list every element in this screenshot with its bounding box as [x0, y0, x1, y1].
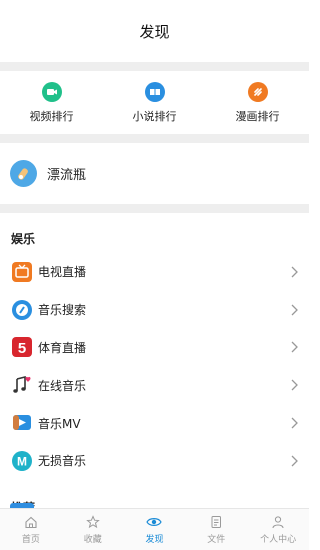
music-note-icon	[11, 374, 33, 396]
video-ranking-label: 视频排行	[29, 109, 74, 123]
music-mv-icon	[11, 412, 33, 434]
tab-discover[interactable]: 发现	[124, 509, 186, 550]
list-item-label: 电视直播	[38, 265, 87, 280]
list-item-music-mv[interactable]: 音乐MV	[0, 404, 309, 442]
list-item-online-music[interactable]: 在线音乐	[0, 366, 309, 404]
eye-icon	[146, 514, 163, 530]
chevron-right-icon	[289, 340, 299, 354]
divider	[0, 204, 309, 213]
tab-label: 发现	[145, 535, 164, 545]
comic-ranking-button[interactable]: 漫画排行	[206, 71, 309, 134]
comic-ranking-label: 漫画排行	[235, 109, 280, 123]
list-item-tv-live[interactable]: 电视直播	[0, 253, 309, 291]
lossless-music-icon: M	[11, 450, 33, 472]
tv-icon	[11, 261, 33, 283]
novel-ranking-button[interactable]: 小说排行	[103, 71, 206, 134]
entertainment-section-title: 娱乐	[11, 232, 36, 246]
sports-icon: 5	[11, 336, 33, 358]
tab-label: 首页	[21, 535, 40, 545]
drift-bottle-entry[interactable]: 漂流瓶	[0, 143, 309, 204]
tab-home[interactable]: 首页	[0, 509, 62, 550]
music-search-icon	[11, 299, 33, 321]
bottom-tab-bar: 首页 收藏 发现 文件 个人中心	[0, 508, 309, 550]
list-item-label: 音乐搜索	[38, 303, 87, 318]
list-item-label: 在线音乐	[38, 378, 87, 393]
page-title: 发现	[139, 22, 170, 41]
chevron-right-icon	[289, 454, 299, 468]
divider	[0, 134, 309, 143]
tab-label: 个人中心	[260, 535, 297, 545]
chevron-right-icon	[289, 416, 299, 430]
page-header: 发现	[0, 0, 309, 62]
list-item-sports-live[interactable]: 5 体育直播	[0, 329, 309, 367]
chevron-right-icon	[289, 378, 299, 392]
tab-label: 文件	[207, 535, 226, 545]
video-icon	[41, 81, 62, 102]
ranking-row: 视频排行 小说排行 漫画排行	[0, 71, 309, 134]
svg-text:M: M	[17, 454, 27, 468]
tab-files[interactable]: 文件	[185, 509, 247, 550]
list-item-lossless-music[interactable]: M 无损音乐	[0, 442, 309, 480]
drift-bottle-label: 漂流瓶	[47, 168, 87, 183]
list-item-label: 音乐MV	[38, 416, 81, 431]
file-icon	[208, 514, 224, 530]
chevron-right-icon	[289, 265, 299, 279]
svg-text:5: 5	[18, 340, 26, 357]
book-icon	[144, 81, 165, 102]
video-ranking-button[interactable]: 视频排行	[0, 71, 103, 134]
home-icon	[23, 514, 39, 530]
user-icon	[270, 514, 286, 530]
novel-ranking-label: 小说排行	[132, 109, 177, 123]
list-item-label: 无损音乐	[38, 454, 87, 469]
tab-label: 收藏	[83, 535, 102, 545]
star-icon	[85, 514, 101, 530]
divider	[0, 62, 309, 71]
list-item-label: 体育直播	[38, 340, 87, 355]
list-item-music-search[interactable]: 音乐搜索	[0, 291, 309, 329]
tab-favorites[interactable]: 收藏	[62, 509, 124, 550]
chevron-right-icon	[289, 303, 299, 317]
drift-bottle-icon	[10, 160, 37, 187]
comic-icon	[247, 81, 268, 102]
tab-profile[interactable]: 个人中心	[247, 509, 309, 550]
